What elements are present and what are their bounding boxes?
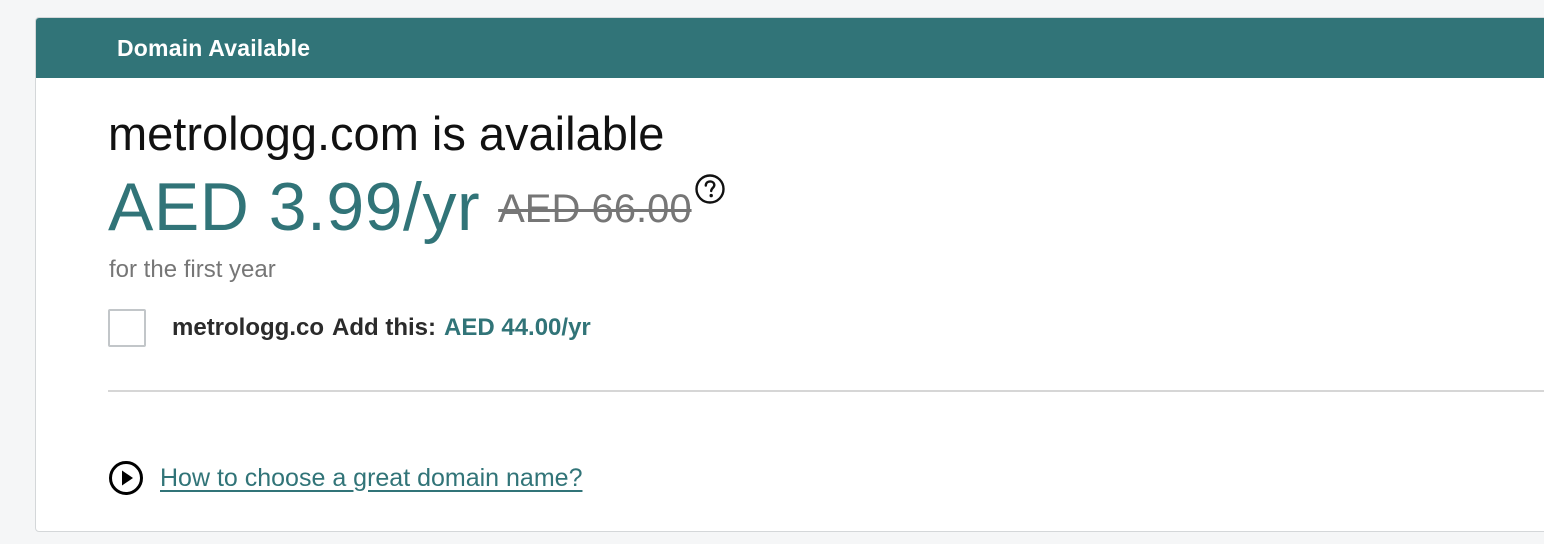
card-header: Domain Available [36, 18, 1544, 78]
addon-price: AED 44.00/yr [444, 314, 591, 341]
availability-headline: metrologg.com is available [108, 107, 665, 160]
help-link-row: How to choose a great domain name? [108, 460, 582, 496]
domain-available-card: Domain Available metrologg.com is availa… [35, 17, 1544, 532]
card-header-title: Domain Available [117, 34, 311, 61]
play-circle-icon[interactable] [108, 460, 144, 496]
price-row: AED 3.99/yr AED 66.00 [108, 173, 726, 241]
addon-checkbox[interactable] [108, 309, 146, 347]
original-price: AED 66.00 [498, 187, 692, 231]
addon-domain: metrologg.co [172, 314, 325, 341]
price-note: for the first year [109, 256, 276, 283]
question-circle-icon[interactable] [694, 173, 726, 205]
divider [108, 390, 1544, 392]
addon-row: metrologg.co Add this: AED 44.00/yr [108, 309, 591, 347]
domain-name-help-link[interactable]: How to choose a great domain name? [160, 464, 582, 493]
sale-price: AED 3.99/yr [108, 169, 481, 245]
addon-label: Add this: [332, 314, 436, 341]
